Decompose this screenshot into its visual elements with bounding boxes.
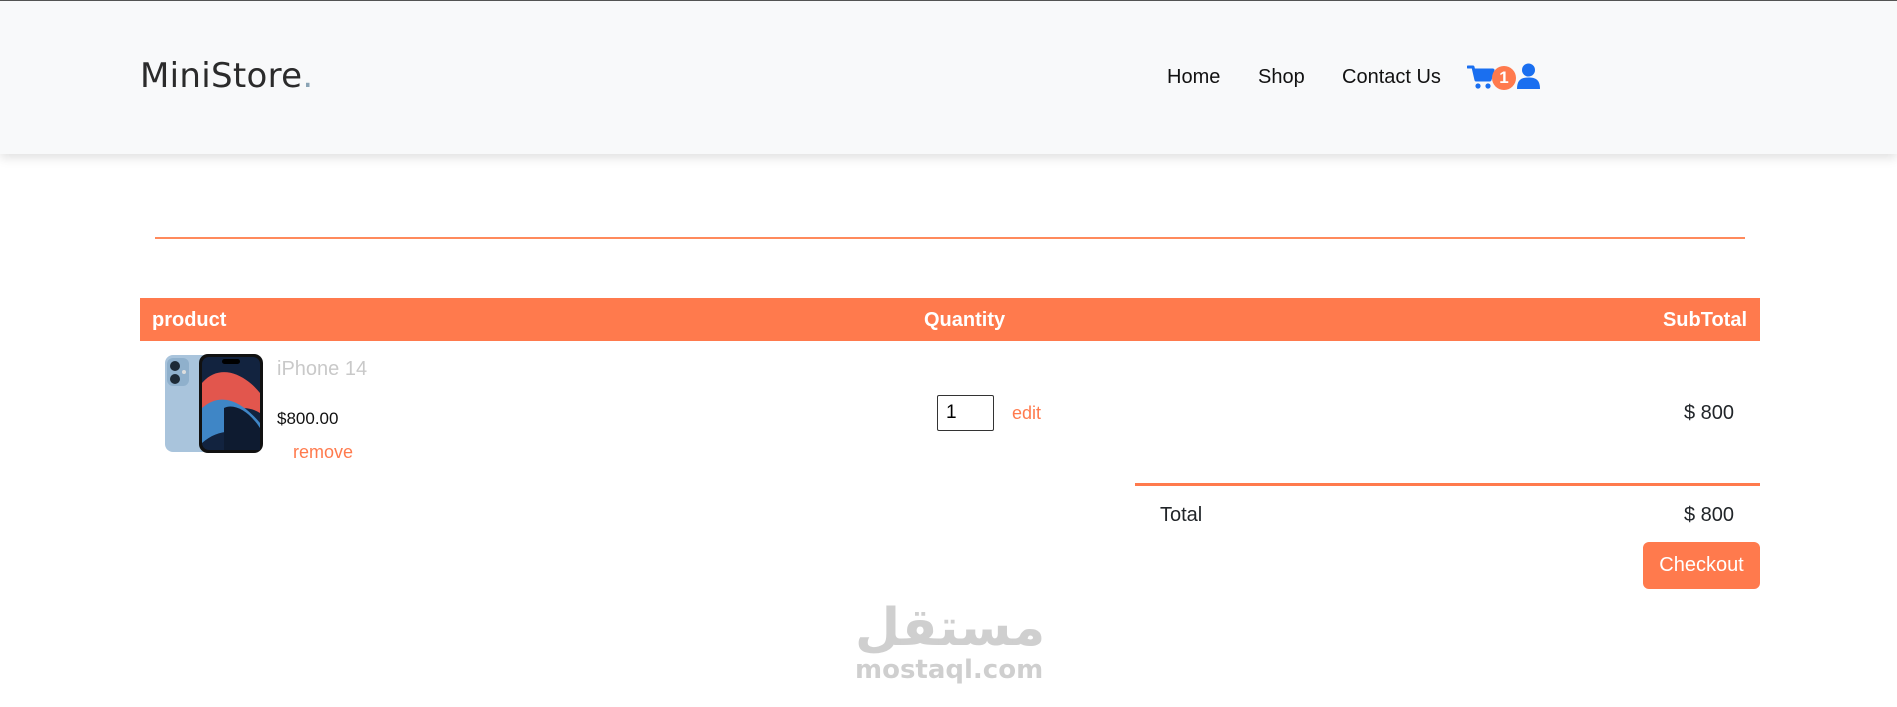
cart-icon[interactable] (1467, 64, 1495, 90)
navbar: MiniStore. Home Shop Contact Us 1 (0, 1, 1897, 154)
remove-item-link[interactable]: remove (293, 442, 353, 463)
checkout-button[interactable]: Checkout (1643, 542, 1760, 589)
watermark-latin: mostaql.com (855, 655, 1044, 685)
brand-logo[interactable]: MiniStore. (140, 56, 313, 96)
header-product: product (152, 309, 227, 331)
brand-name: MiniStore (140, 56, 303, 96)
cart-count-badge: 1 (1492, 66, 1516, 90)
row-subtotal: $ 800 (1683, 402, 1734, 424)
product-price: $800.00 (277, 409, 339, 428)
nav-home-link[interactable]: Home (1167, 66, 1220, 89)
product-image (165, 354, 263, 453)
brand-dot: . (302, 56, 314, 96)
quantity-input[interactable] (937, 395, 994, 431)
header-quantity: Quantity (924, 309, 1006, 331)
nav-shop-link[interactable]: Shop (1258, 66, 1305, 89)
nav-contact-link[interactable]: Contact Us (1342, 66, 1441, 89)
watermark-arabic: مستقل (855, 598, 1046, 658)
total-divider (1135, 483, 1760, 486)
header-subtotal: SubTotal (1662, 309, 1747, 331)
total-value: $ 800 (1683, 504, 1734, 526)
edit-quantity-link[interactable]: edit (1012, 403, 1041, 424)
section-divider (155, 237, 1745, 239)
user-icon[interactable] (1517, 63, 1540, 89)
product-name: iPhone 14 (277, 358, 368, 380)
watermark-logo: مستقل mostaql.com (855, 598, 1046, 685)
cart-table-header: product Quantity SubTotal (140, 298, 1760, 341)
total-label: Total (1160, 504, 1203, 526)
